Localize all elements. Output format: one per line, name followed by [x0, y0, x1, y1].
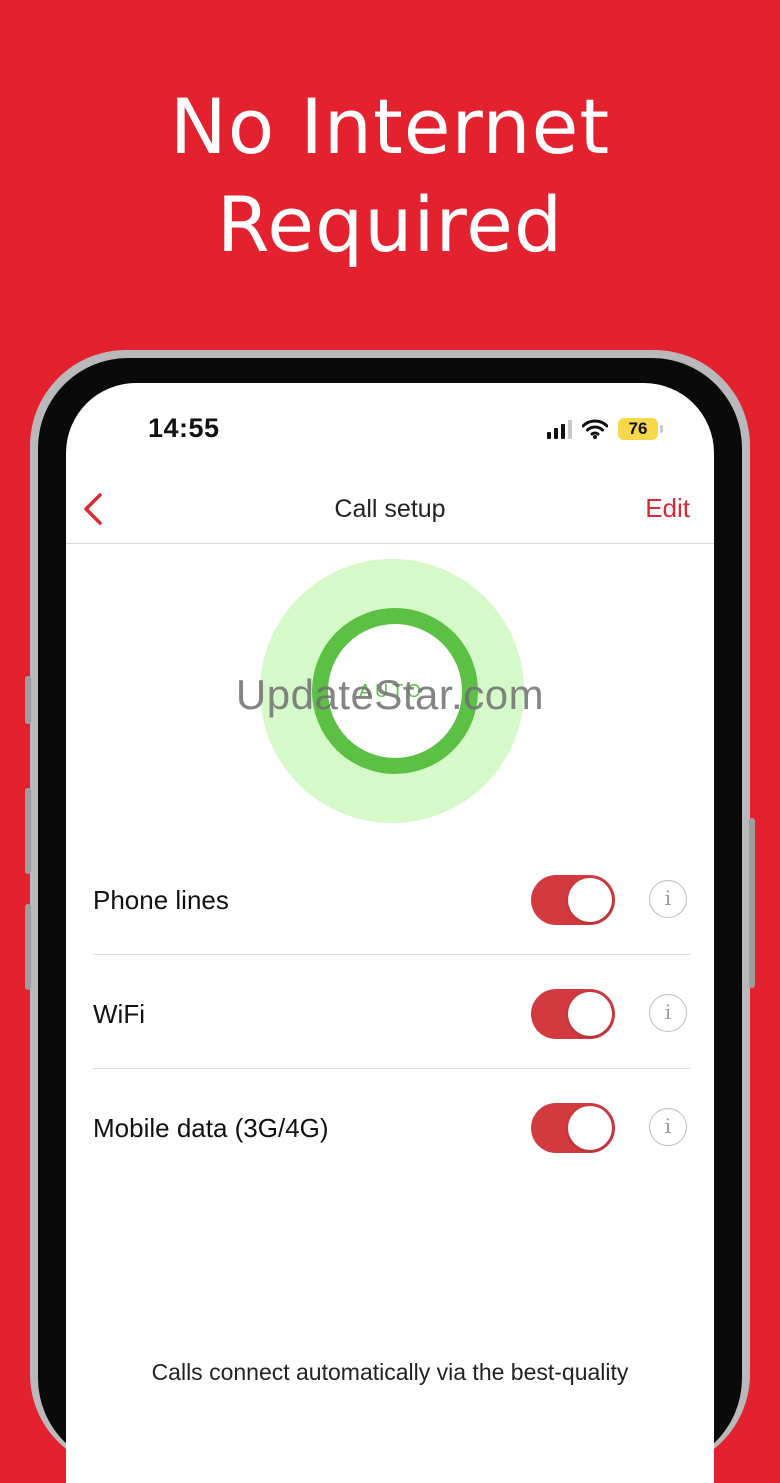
edit-button[interactable]: Edit — [645, 493, 690, 524]
headline: No Internet Required — [0, 78, 780, 274]
watermark: UpdateStar.com — [235, 671, 545, 718]
info-icon[interactable]: i — [649, 1108, 687, 1146]
setting-row-mobile-data: Mobile data (3G/4G) i — [93, 1069, 690, 1183]
toggle-knob — [568, 1106, 612, 1150]
status-time: 14:55 — [148, 413, 220, 443]
phone-screen: 14:55 76 Call setup Edit AUTO UpdateStar… — [66, 383, 714, 1483]
battery-level: 76 — [628, 419, 648, 438]
status-icons: 76 — [547, 417, 663, 441]
setting-label: Phone lines — [93, 885, 229, 915]
phone-volume-up-button — [25, 788, 31, 874]
cellular-signal-icon — [547, 419, 572, 439]
footer-description: Calls connect automatically via the best… — [151, 1359, 629, 1385]
info-icon[interactable]: i — [649, 880, 687, 918]
battery-icon: 76 — [618, 418, 663, 440]
headline-line-1: No Internet — [169, 82, 611, 171]
setting-label: WiFi — [93, 999, 145, 1029]
navigation-bar: Call setup Edit — [66, 473, 714, 544]
wifi-toggle[interactable] — [531, 989, 615, 1039]
setting-row-wifi: WiFi i — [93, 955, 690, 1069]
phone-power-button — [749, 818, 755, 988]
toggle-knob — [568, 878, 612, 922]
mobile-data-toggle[interactable] — [531, 1103, 615, 1153]
phone-volume-down-button — [25, 904, 31, 990]
wifi-icon — [582, 419, 608, 439]
phone-side-button — [25, 676, 31, 724]
info-icon[interactable]: i — [649, 994, 687, 1032]
page-title: Call setup — [334, 495, 446, 523]
headline-line-2: Required — [216, 180, 564, 269]
setting-label: Mobile data (3G/4G) — [93, 1113, 329, 1143]
setting-row-phone-lines: Phone lines i — [93, 841, 690, 955]
toggle-knob — [568, 992, 612, 1036]
phone-lines-toggle[interactable] — [531, 875, 615, 925]
